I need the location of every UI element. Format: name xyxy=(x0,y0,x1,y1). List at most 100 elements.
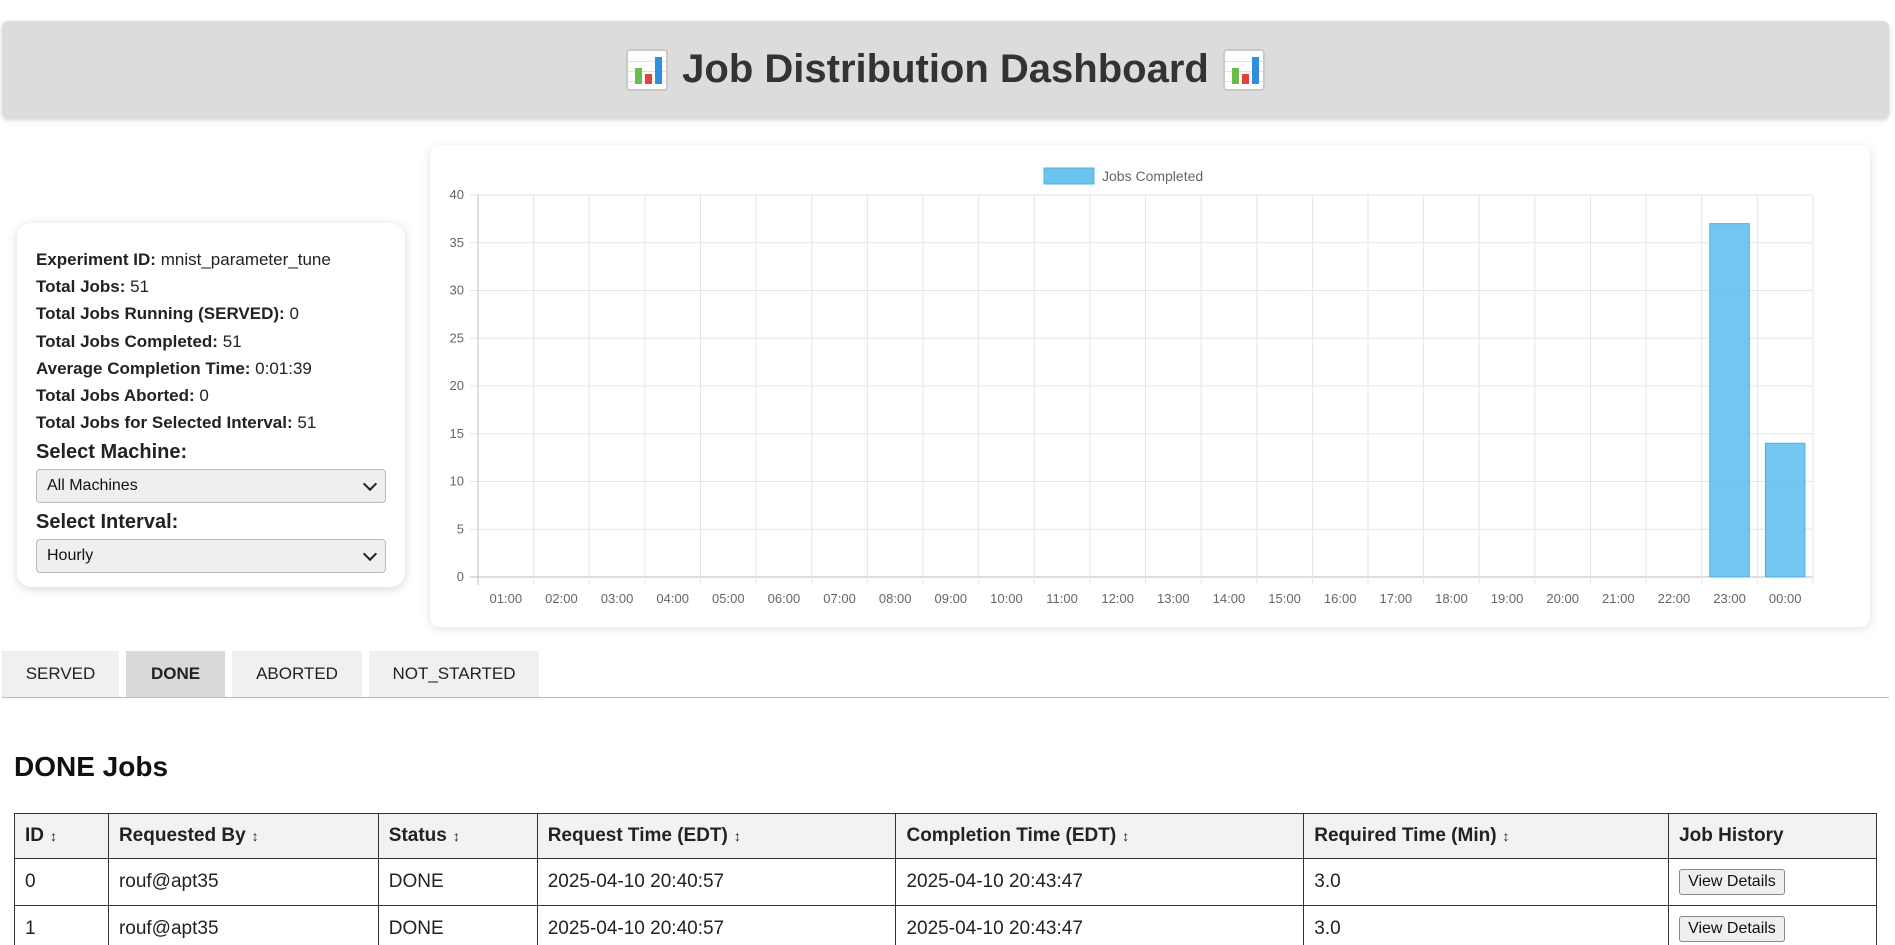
total-jobs-value: 51 xyxy=(130,277,150,297)
x-tick-label: 18:00 xyxy=(1435,591,1468,606)
table-cell: rouf@apt35 xyxy=(107,858,379,906)
avg-completion-label: Average Completion Time: xyxy=(36,358,251,378)
jobs-table: ID ↕ Requested By ↕ Status ↕ Request Time (EDT… xyxy=(14,813,1877,945)
x-tick-label: 00:00 xyxy=(1769,591,1802,606)
interval-total-row: Total Jobs for Selected Interval: 51 xyxy=(36,409,386,436)
bar xyxy=(1764,442,1806,578)
x-tick-label: 09:00 xyxy=(935,591,968,606)
dashboard-page: Job Distribution Dashboard Experiment ID… xyxy=(0,0,1895,945)
table-cell: 2025-04-10 20:40:57 xyxy=(536,905,897,945)
tab-done[interactable]: DONE xyxy=(126,651,225,697)
table-cell: 3.0 xyxy=(1303,905,1670,945)
bar-chart-icon xyxy=(626,48,669,91)
table-cell: View Details xyxy=(1668,858,1877,906)
x-tick-label: 12:00 xyxy=(1101,591,1134,606)
tab-not-started[interactable]: NOT_STARTED xyxy=(369,651,539,697)
x-tick-label: 02:00 xyxy=(545,591,578,606)
page-title: Job Distribution Dashboard xyxy=(626,47,1265,92)
section-title: DONE Jobs xyxy=(14,751,169,782)
y-tick-label: 25 xyxy=(450,330,464,345)
table-cell: rouf@apt35 xyxy=(107,905,379,945)
interval-select-value: Hourly xyxy=(47,547,94,565)
x-tick-label: 11:00 xyxy=(1046,591,1078,606)
bar xyxy=(1709,223,1750,578)
bar-chart-icon xyxy=(1222,48,1265,91)
tab-aborted[interactable]: ABORTED xyxy=(232,651,362,697)
machine-select-value: All Machines xyxy=(47,477,138,495)
column-header[interactable]: Requested By ↕ xyxy=(107,813,379,859)
table-cell: 1 xyxy=(14,905,109,945)
column-header[interactable]: Request Time (EDT) ↕ xyxy=(536,813,897,859)
column-header-label: Status xyxy=(388,825,447,846)
completed-jobs-row: Total Jobs Completed: 51 xyxy=(36,328,386,355)
sort-icon[interactable]: ↕ xyxy=(50,828,57,844)
machine-select[interactable]: All Machines xyxy=(36,469,386,504)
experiment-id-label: Experiment ID: xyxy=(36,250,156,269)
jobs-chart-card: 0 5 10 15 20 25 30 35 40 01:00 02:00 03:00 04:00 05:0… xyxy=(430,145,1870,627)
legend-swatch xyxy=(1043,167,1095,185)
status-tabs: SERVED DONE ABORTED NOT_STARTED xyxy=(2,651,1889,698)
y-tick-label: 40 xyxy=(450,187,464,202)
completed-jobs-value: 51 xyxy=(222,331,242,351)
jobs-completed-chart: 0 5 10 15 20 25 30 35 40 01:00 02:00 03:00 04:00 05:0… xyxy=(450,167,1814,606)
aborted-jobs-value: 0 xyxy=(199,386,209,406)
avg-completion-row: Average Completion Time: 0:01:39 xyxy=(36,355,386,382)
header-bar: Job Distribution Dashboard xyxy=(2,21,1889,118)
x-tick-label: 07:00 xyxy=(823,591,856,606)
x-tick-label: 16:00 xyxy=(1324,591,1357,606)
x-tick-label: 08:00 xyxy=(879,591,912,606)
avg-completion-value: 0:01:39 xyxy=(255,358,312,378)
x-tick-label: 06:00 xyxy=(768,591,801,606)
chevron-down-icon xyxy=(362,546,378,561)
y-tick-label: 0 xyxy=(457,569,464,584)
table-body: 0 rouf@apt35 DONE 2025-04-10 20:40:57 2025-0… xyxy=(14,858,1877,945)
sort-icon[interactable]: ↕ xyxy=(453,828,460,844)
x-tick-label: 14:00 xyxy=(1213,591,1246,606)
legend-label: Jobs Completed xyxy=(1102,168,1203,184)
column-header[interactable]: Completion Time (EDT) ↕ xyxy=(895,813,1305,859)
x-tick-label: 10:00 xyxy=(990,591,1023,606)
x-tick-label: 01:00 xyxy=(490,591,523,606)
view-details-button[interactable]: View Details xyxy=(1679,916,1785,942)
running-jobs-row: Total Jobs Running (SERVED): 0 xyxy=(36,300,386,327)
column-header-label: ID xyxy=(25,825,44,846)
x-tick-label: 04:00 xyxy=(656,591,689,606)
experiment-id-value: mnist_parameter_tune xyxy=(160,250,331,269)
interval-total-label: Total Jobs for Selected Interval: xyxy=(36,413,293,433)
column-header-label: Completion Time (EDT) xyxy=(906,825,1117,846)
x-tick-label: 22:00 xyxy=(1658,591,1691,606)
table-row: 1 rouf@apt35 DONE 2025-04-10 20:40:57 2025-0… xyxy=(14,905,1877,945)
interval-total-value: 51 xyxy=(297,413,317,433)
table-cell: 0 xyxy=(14,858,109,906)
column-header[interactable]: Required Time (Min) ↕ xyxy=(1303,813,1670,859)
table-cell: 2025-04-10 20:40:57 xyxy=(536,858,897,906)
experiment-id-row: Experiment ID: mnist_parameter_tune xyxy=(36,246,386,273)
y-tick-label: 20 xyxy=(450,378,464,393)
column-header[interactable]: ID ↕ xyxy=(14,813,109,859)
y-tick-label: 5 xyxy=(457,521,464,536)
x-tick-label: 15:00 xyxy=(1268,591,1301,606)
x-tick-label: 19:00 xyxy=(1491,591,1524,606)
table-cell: 2025-04-10 20:43:47 xyxy=(895,858,1305,906)
sort-icon[interactable]: ↕ xyxy=(1122,828,1129,844)
interval-select[interactable]: Hourly xyxy=(36,539,386,574)
y-tick-label: 10 xyxy=(450,474,464,489)
machine-select-label: Select Machine: xyxy=(36,441,188,464)
completed-jobs-label: Total Jobs Completed: xyxy=(36,331,218,351)
x-tick-label: 20:00 xyxy=(1546,591,1579,606)
table-cell: DONE xyxy=(377,858,538,906)
column-header-label: Job History xyxy=(1679,825,1784,846)
column-header-label: Required Time (Min) xyxy=(1314,825,1497,846)
sort-icon[interactable]: ↕ xyxy=(1503,828,1510,844)
sort-icon[interactable]: ↕ xyxy=(734,828,741,844)
running-jobs-value: 0 xyxy=(289,304,299,324)
column-header[interactable]: Status ↕ xyxy=(377,813,538,859)
y-tick-label: 15 xyxy=(450,426,464,441)
view-details-button[interactable]: View Details xyxy=(1679,869,1785,895)
table-cell: 2025-04-10 20:43:47 xyxy=(895,905,1305,945)
y-tick-label: 35 xyxy=(450,235,464,250)
chevron-down-icon xyxy=(362,476,378,491)
x-tick-label: 03:00 xyxy=(601,591,634,606)
sort-icon[interactable]: ↕ xyxy=(252,828,259,844)
tab-served[interactable]: SERVED xyxy=(2,651,119,697)
